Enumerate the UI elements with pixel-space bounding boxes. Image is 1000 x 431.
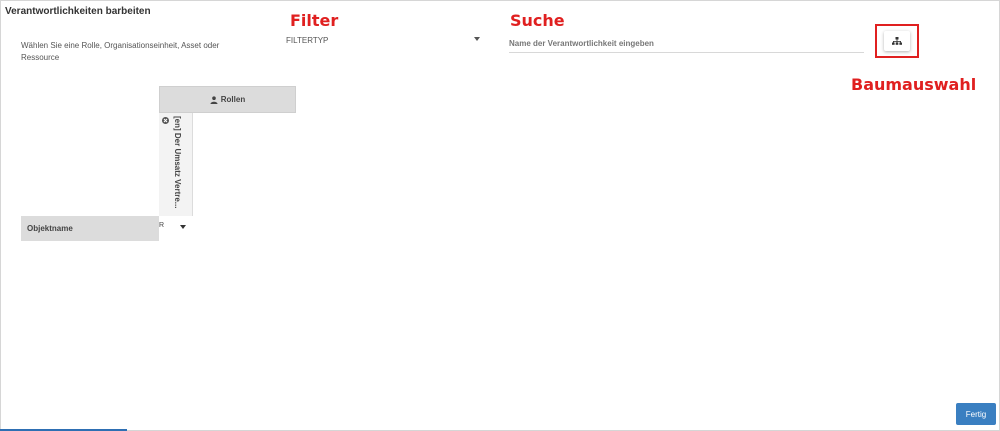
role-column-header: [en] Der Umsatz Vertre...	[159, 113, 193, 216]
instruction-text: Wählen Sie eine Rolle, Organisationseinh…	[21, 41, 220, 62]
done-button[interactable]: Fertig	[956, 403, 996, 425]
filter-type-value: FILTERTYP	[286, 36, 329, 45]
roles-header-label: Rollen	[220, 95, 246, 104]
object-name-header: Objektname	[21, 216, 159, 241]
search-input[interactable]	[509, 35, 864, 53]
cell-value: R	[159, 222, 165, 229]
roles-header: Rollen	[159, 86, 296, 113]
caret-down-icon	[474, 37, 480, 41]
filter-type-select[interactable]: FILTERTYP	[286, 36, 482, 48]
annotation-tree: Baumauswahl	[851, 75, 977, 94]
responsibility-cell-select[interactable]: R	[159, 221, 193, 233]
caret-down-icon	[180, 225, 186, 229]
annotation-search: Suche	[510, 11, 565, 30]
remove-circle-icon[interactable]	[162, 117, 169, 124]
page-title: Verantwortlichkeiten barbeiten	[5, 6, 151, 17]
role-column-label: [en] Der Umsatz Vertre...	[173, 116, 182, 209]
tree-select-button[interactable]	[884, 31, 910, 51]
user-icon	[210, 95, 218, 104]
sitemap-icon	[892, 37, 902, 45]
annotation-filter: Filter	[290, 11, 339, 30]
